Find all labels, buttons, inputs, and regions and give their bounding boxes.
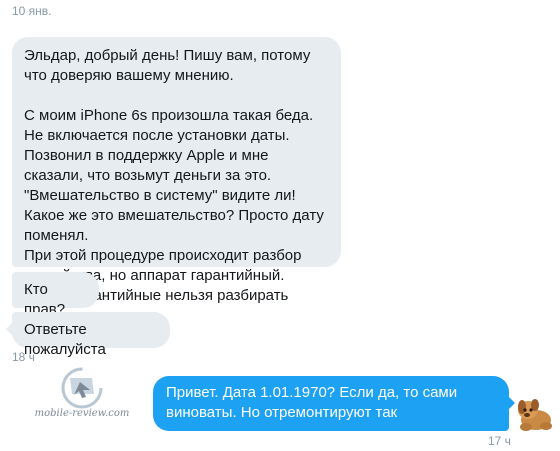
date-divider: 10 янв. (12, 4, 52, 18)
mobile-review-logo-icon (61, 367, 103, 409)
message-text: Ответьте пожалуйста (24, 321, 106, 358)
conversation-view: 10 янв. Эльдар, добрый день! Пишу вам, п… (0, 0, 560, 451)
message-paragraph: Эльдар, добрый день! Пишу вам, потому чт… (24, 47, 311, 84)
incoming-message[interactable]: Эльдар, добрый день! Пишу вам, потому чт… (12, 37, 341, 304)
outgoing-timestamp: 17 ч (488, 434, 511, 448)
message-text: Привет. Дата 1.01.1970? Если да, то сами… (166, 384, 458, 421)
incoming-message[interactable]: Кто прав? (12, 272, 99, 318)
watermark-text: mobile-review.com (34, 408, 130, 419)
incoming-message[interactable]: Ответьте пожалуйста (6, 312, 170, 358)
watermark: mobile-review.com (22, 364, 142, 434)
outgoing-message[interactable]: Привет. Дата 1.01.1970? Если да, то сами… (153, 376, 515, 431)
incoming-timestamp: 18 ч (12, 350, 35, 364)
puppy-avatar-icon[interactable] (514, 393, 558, 433)
